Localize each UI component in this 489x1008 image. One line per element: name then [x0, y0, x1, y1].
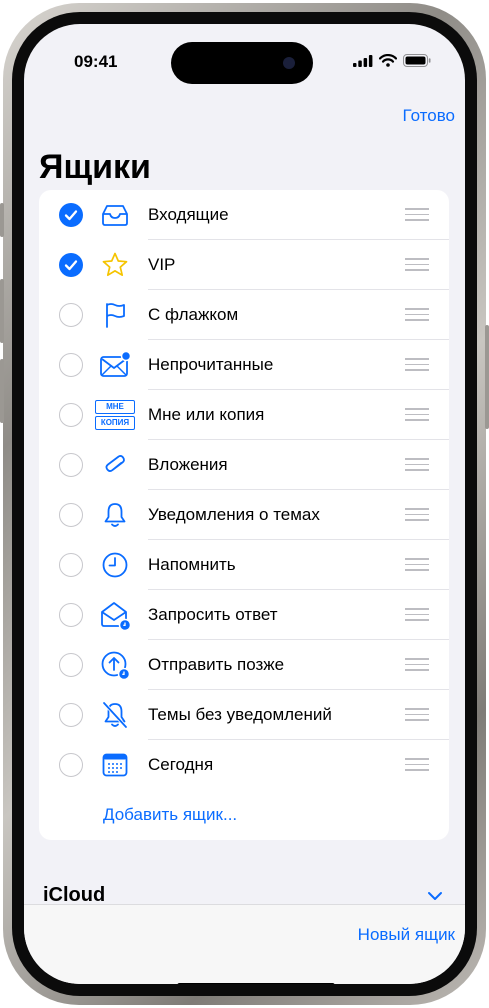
- envelope-clock-icon: [99, 599, 131, 631]
- paperclip-icon: [99, 449, 131, 481]
- cc-badge: КОПИЯ: [95, 416, 135, 430]
- checkbox-unchecked[interactable]: [59, 553, 83, 577]
- bell-icon: [99, 499, 131, 531]
- mailbox-label: Мне или копия: [148, 405, 265, 424]
- checkbox-checked[interactable]: [59, 253, 83, 277]
- star-icon: [99, 249, 131, 281]
- mailbox-row-remind-me[interactable]: Напомнить: [39, 540, 449, 590]
- home-indicator[interactable]: [177, 983, 335, 984]
- mailbox-row-thread-notifications[interactable]: Уведомления о темах: [39, 490, 449, 540]
- checkbox-unchecked[interactable]: [59, 453, 83, 477]
- mailbox-row-unread[interactable]: Непрочитанные: [39, 340, 449, 390]
- camera-icon: [283, 57, 295, 69]
- checkbox-unchecked[interactable]: [59, 703, 83, 727]
- bottom-toolbar: Новый ящик: [24, 904, 465, 984]
- checkbox-unchecked[interactable]: [59, 653, 83, 677]
- mailbox-label: Непрочитанные: [148, 355, 274, 374]
- mailbox-label: Уведомления о темах: [148, 505, 320, 524]
- to-badge: МНЕ: [95, 400, 135, 414]
- mailbox-label: Напомнить: [148, 555, 236, 574]
- cellular-signal-icon: [353, 54, 373, 67]
- checkmark-icon: [64, 260, 78, 271]
- checkbox-unchecked[interactable]: [59, 303, 83, 327]
- dynamic-island: [171, 42, 313, 84]
- new-mailbox-button[interactable]: Новый ящик: [358, 925, 455, 945]
- reorder-handle[interactable]: [405, 608, 429, 622]
- checkmark-icon: [64, 210, 78, 221]
- reorder-handle[interactable]: [405, 458, 429, 472]
- mailbox-row-send-later[interactable]: Отправить позже: [39, 640, 449, 690]
- volume-down-button: [0, 359, 4, 423]
- reorder-handle[interactable]: [405, 708, 429, 722]
- reorder-handle[interactable]: [405, 758, 429, 772]
- mailbox-label: Вложения: [148, 455, 228, 474]
- mailbox-row-inbox[interactable]: Входящие: [39, 190, 449, 240]
- reorder-handle[interactable]: [405, 508, 429, 522]
- mailbox-label: С флажком: [148, 305, 239, 324]
- to-cc-icon: МНЕ КОПИЯ: [95, 399, 135, 431]
- mailbox-row-flagged[interactable]: С флажком: [39, 290, 449, 340]
- mailbox-row-vip[interactable]: VIP: [39, 240, 449, 290]
- reorder-handle[interactable]: [405, 308, 429, 322]
- add-mailbox-button[interactable]: Добавить ящик...: [103, 805, 237, 825]
- action-button: [0, 203, 4, 237]
- reorder-handle[interactable]: [405, 408, 429, 422]
- checkbox-checked[interactable]: [59, 203, 83, 227]
- mailbox-row-to-cc[interactable]: МНЕ КОПИЯ Мне или копия: [39, 390, 449, 440]
- reorder-handle[interactable]: [405, 208, 429, 222]
- phone-frame: 09:41 Готово Ящики Входящие VIP С флажко…: [0, 3, 489, 1005]
- tray-icon: [99, 199, 131, 231]
- mailbox-label: Запросить ответ: [148, 605, 278, 624]
- mailbox-label: Входящие: [148, 205, 229, 224]
- unread-envelope-icon: [99, 349, 131, 381]
- checkbox-unchecked[interactable]: [59, 353, 83, 377]
- reorder-handle[interactable]: [405, 358, 429, 372]
- done-button[interactable]: Готово: [403, 106, 456, 126]
- wifi-icon: [379, 54, 397, 67]
- mailbox-row-today[interactable]: Сегодня: [39, 740, 449, 790]
- mailbox-label: VIP: [148, 255, 176, 274]
- bezel: 09:41 Готово Ящики Входящие VIP С флажко…: [12, 12, 477, 996]
- mailbox-row-muted-threads[interactable]: Темы без уведомлений: [39, 690, 449, 740]
- status-time: 09:41: [74, 52, 118, 71]
- mailbox-row-attachments[interactable]: Вложения: [39, 440, 449, 490]
- battery-icon: [403, 54, 431, 67]
- mailbox-label: Отправить позже: [148, 655, 285, 674]
- calendar-icon: [99, 749, 131, 781]
- mailbox-label: Темы без уведомлений: [148, 705, 332, 724]
- screen: 09:41 Готово Ящики Входящие VIP С флажко…: [24, 24, 465, 984]
- mailbox-label: Сегодня: [148, 755, 214, 774]
- checkbox-unchecked[interactable]: [59, 403, 83, 427]
- flag-icon: [99, 299, 131, 331]
- mailbox-row-follow-up[interactable]: Запросить ответ: [39, 590, 449, 640]
- clock-icon: [99, 549, 131, 581]
- side-button: [485, 325, 489, 429]
- reorder-handle[interactable]: [405, 558, 429, 572]
- checkbox-unchecked[interactable]: [59, 603, 83, 627]
- bell-slash-icon: [99, 699, 131, 731]
- reorder-handle[interactable]: [405, 258, 429, 272]
- checkbox-unchecked[interactable]: [59, 503, 83, 527]
- send-later-icon: [99, 649, 131, 681]
- status-icons: [353, 54, 431, 67]
- reorder-handle[interactable]: [405, 658, 429, 672]
- volume-up-button: [0, 279, 4, 343]
- checkbox-unchecked[interactable]: [59, 753, 83, 777]
- page-title: Ящики: [39, 148, 151, 186]
- mailboxes-list: Входящие VIP С флажком Непрочитанные МНЕ…: [39, 190, 449, 840]
